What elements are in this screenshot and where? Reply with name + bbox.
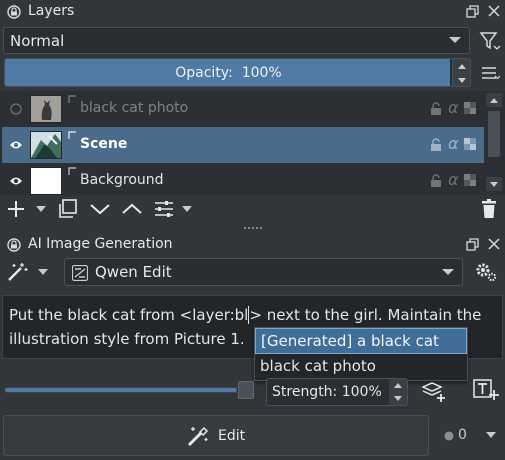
strength-spin-down[interactable] (389, 392, 407, 405)
alpha-lock-icon[interactable]: α (448, 134, 459, 153)
checker-icon[interactable] (464, 102, 476, 114)
scroll-down-button[interactable] (486, 177, 502, 191)
lock-closed-icon[interactable] (430, 174, 442, 187)
unlock-icon[interactable] (430, 102, 442, 115)
text-prompt-icon[interactable] (473, 379, 499, 401)
alpha-lock-icon[interactable]: α (448, 98, 459, 117)
duplicate-icon[interactable] (58, 199, 78, 219)
layer-thumbnail (30, 95, 62, 123)
chevron-down-icon (449, 37, 461, 43)
queue-status-icon (444, 431, 454, 441)
scrollbar-thumb[interactable] (488, 111, 500, 157)
opacity-slider[interactable]: Opacity: 100% (4, 58, 471, 87)
layer-thumbnail (30, 131, 62, 159)
menu-icon[interactable] (482, 66, 500, 80)
chevron-down-icon (442, 269, 454, 275)
eye-closed-icon[interactable] (10, 103, 22, 115)
edit-button-label: Edit (218, 428, 246, 444)
lock-icon[interactable] (7, 5, 21, 19)
add-icon[interactable] (7, 200, 25, 218)
float-icon[interactable] (466, 238, 479, 251)
properties-icon[interactable] (154, 200, 174, 218)
alpha-lock-icon[interactable]: α (448, 170, 459, 189)
strength-spin-up[interactable] (389, 379, 407, 392)
inherit-alpha-icon (68, 95, 76, 103)
prompt-text-before-cursor: Put the black cat from <layer:bl (9, 306, 249, 324)
strength-slider-handle[interactable] (238, 381, 254, 399)
layer-list: black cat photo α Scene α Background α (0, 91, 505, 195)
workspace-dropdown-icon[interactable] (38, 269, 48, 275)
lock-icon[interactable] (7, 238, 21, 252)
layer-name: Background (80, 172, 164, 188)
inherit-alpha-icon (68, 131, 76, 139)
layer-row-black-cat-photo[interactable]: black cat photo α (2, 91, 484, 127)
add-dropdown-icon[interactable] (36, 206, 46, 212)
queue-count: 0 (458, 427, 467, 443)
close-icon[interactable] (488, 238, 500, 250)
layer-name: black cat photo (80, 100, 189, 116)
splitter-handle[interactable] (244, 227, 262, 230)
delete-icon[interactable] (481, 199, 497, 219)
strength-spinbox[interactable]: Strength: 100% (266, 378, 408, 406)
close-icon[interactable] (488, 5, 500, 17)
model-logo-icon (72, 265, 88, 281)
layer-row-scene[interactable]: Scene α (2, 127, 484, 163)
opacity-spin-down[interactable] (452, 73, 470, 86)
add-region-icon[interactable] (421, 380, 447, 402)
blend-mode-value: Normal (10, 31, 65, 50)
strength-slider-track (4, 387, 254, 393)
float-icon[interactable] (466, 5, 479, 18)
completion-popup: [Generated] a black cat black cat photo (254, 327, 468, 381)
layers-title: Layers (28, 3, 75, 19)
settings-icon[interactable] (474, 261, 498, 283)
unlock-icon[interactable] (430, 138, 442, 151)
properties-dropdown-icon[interactable] (182, 206, 192, 212)
strength-slider-fill (5, 388, 237, 392)
inherit-alpha-icon (68, 167, 76, 175)
model-select[interactable]: Qwen Edit (64, 258, 463, 286)
blend-mode-select[interactable]: Normal (3, 27, 470, 54)
completion-item-photo[interactable]: black cat photo (255, 354, 467, 380)
move-up-icon[interactable] (122, 203, 142, 215)
completion-item-generated[interactable]: [Generated] a black cat (255, 328, 467, 354)
scroll-up-button[interactable] (486, 93, 502, 107)
strength-value: Strength: 100% (272, 384, 382, 400)
layer-name: Scene (80, 136, 128, 152)
checker-icon[interactable] (464, 174, 476, 186)
filter-icon[interactable] (479, 30, 501, 52)
opacity-slider-label: Opacity: 100% (175, 65, 282, 81)
layer-row-background[interactable]: Background α (2, 163, 484, 199)
queue-dropdown-icon (486, 432, 496, 438)
magic-wand-icon[interactable] (7, 262, 29, 282)
opacity-spin-up[interactable] (452, 59, 470, 73)
layer-thumbnail (30, 167, 62, 195)
eye-icon[interactable] (9, 176, 23, 186)
edit-button[interactable]: Edit (3, 415, 429, 456)
strength-slider[interactable] (4, 381, 258, 399)
checker-icon[interactable] (464, 138, 476, 150)
queue-button[interactable]: 0 (438, 423, 500, 449)
ai-docker-title: AI Image Generation (28, 236, 173, 252)
eye-icon[interactable] (9, 140, 23, 150)
edit-brush-icon (187, 426, 209, 447)
move-down-icon[interactable] (90, 203, 110, 215)
